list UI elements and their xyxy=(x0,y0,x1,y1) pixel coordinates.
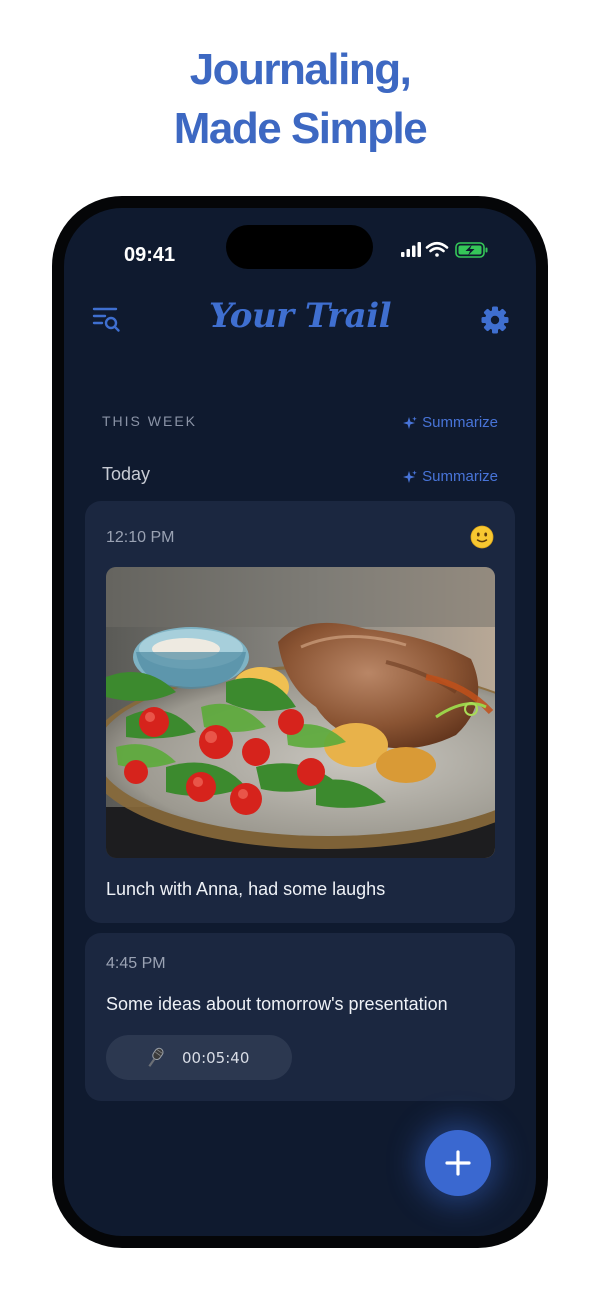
slightly-smiling-face-icon xyxy=(470,525,494,549)
sparkle-icon xyxy=(403,416,417,429)
summarize-week-button[interactable]: Summarize xyxy=(403,414,498,431)
summarize-day-button[interactable]: Summarize xyxy=(403,468,498,485)
status-time: 09:41 xyxy=(124,244,176,266)
promo-headline-line2: Made Simple xyxy=(173,104,428,153)
plus-icon xyxy=(445,1150,471,1176)
signal-icon xyxy=(401,242,421,257)
day-label-today: Today xyxy=(102,464,151,484)
microphone-icon xyxy=(148,1047,164,1067)
entry-time: 4:45 PM xyxy=(106,955,166,972)
summarize-label: Summarize xyxy=(422,414,498,431)
audio-duration: 00:05:40 xyxy=(182,1048,250,1067)
journal-entry-card[interactable]: 4:45 PM Some ideas about tomorrow's pres… xyxy=(85,933,515,1101)
audio-recording-pill[interactable]: 00:05:40 xyxy=(106,1035,292,1080)
dynamic-island xyxy=(226,225,373,269)
entry-time: 12:10 PM xyxy=(106,529,175,546)
promo-headline-line1: Journaling, xyxy=(189,45,412,94)
entry-text: Lunch with Anna, had some laughs xyxy=(106,879,386,899)
journal-entry-card[interactable]: 12:10 PM Lunch with Anna, had some laugh… xyxy=(85,501,515,923)
phone-frame: 09:41 Your Trail THIS WEEK Summarize Tod… xyxy=(52,196,548,1248)
app-screen: 09:41 Your Trail THIS WEEK Summarize Tod… xyxy=(64,208,536,1236)
entry-text: Some ideas about tomorrow's presentation xyxy=(106,994,448,1014)
wifi-icon xyxy=(425,241,449,257)
gear-icon[interactable] xyxy=(480,305,510,335)
add-entry-button[interactable] xyxy=(425,1130,491,1196)
app-title: Your Trail xyxy=(208,296,392,336)
section-this-week: THIS WEEK xyxy=(102,413,198,429)
status-icons xyxy=(401,241,488,258)
battery-charging-icon xyxy=(455,242,488,258)
food-photo-image xyxy=(106,567,495,858)
summarize-label: Summarize xyxy=(422,468,498,485)
sparkle-icon xyxy=(403,470,417,483)
entry-photo[interactable] xyxy=(106,567,495,858)
